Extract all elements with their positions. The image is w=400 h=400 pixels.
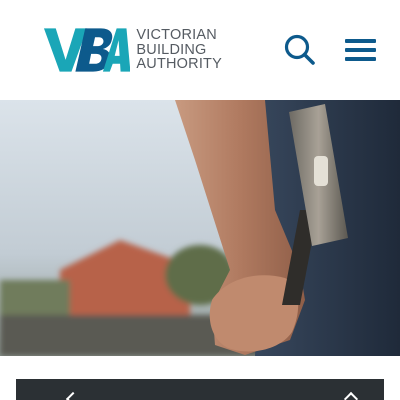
vba-logo[interactable]: VICTORIAN BUILDING AUTHORITY xyxy=(42,24,222,76)
logo-wordmark: VICTORIAN BUILDING AUTHORITY xyxy=(136,28,222,72)
chevron-up-icon xyxy=(343,391,359,400)
search-button[interactable] xyxy=(282,32,318,68)
logo-line-1: VICTORIAN xyxy=(136,27,217,44)
search-icon xyxy=(284,34,315,65)
chevron-left-icon xyxy=(65,391,81,400)
vba-logo-mark xyxy=(43,28,131,72)
hero-image xyxy=(0,100,400,356)
menu-button[interactable] xyxy=(343,36,379,64)
bottom-bar[interactable] xyxy=(16,379,384,400)
site-header: VICTORIAN BUILDING AUTHORITY xyxy=(0,0,400,100)
logo-line-3: AUTHORITY xyxy=(136,56,222,73)
logo-line-2: BUILDING xyxy=(136,41,207,58)
hammer-photo xyxy=(0,100,400,356)
